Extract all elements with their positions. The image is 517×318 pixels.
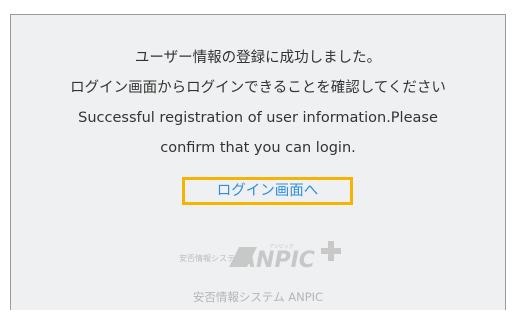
logo-kana-text: アンピック <box>269 244 294 250</box>
confirm-login-message-ja: ログイン画面からログインできることを確認してください <box>70 80 446 96</box>
success-message-en: Successful registration of user informat… <box>78 110 438 126</box>
confirm-login-message-en: confirm that you can login. <box>160 140 356 156</box>
logo-brand-text: ANPIC <box>237 248 315 271</box>
registration-complete-panel: ユーザー情報の登録に成功しました。 ログイン画面からログインできることを確認して… <box>10 14 506 310</box>
plus-icon <box>321 241 341 261</box>
anpic-logo: 安否情報システム ANPIC アンピック <box>179 241 341 271</box>
success-message-ja: ユーザー情報の登録に成功しました。 <box>134 50 382 66</box>
footer-system-name: 安否情報システム ANPIC <box>192 290 324 304</box>
go-to-login-link[interactable]: ログイン画面へ <box>182 177 353 205</box>
